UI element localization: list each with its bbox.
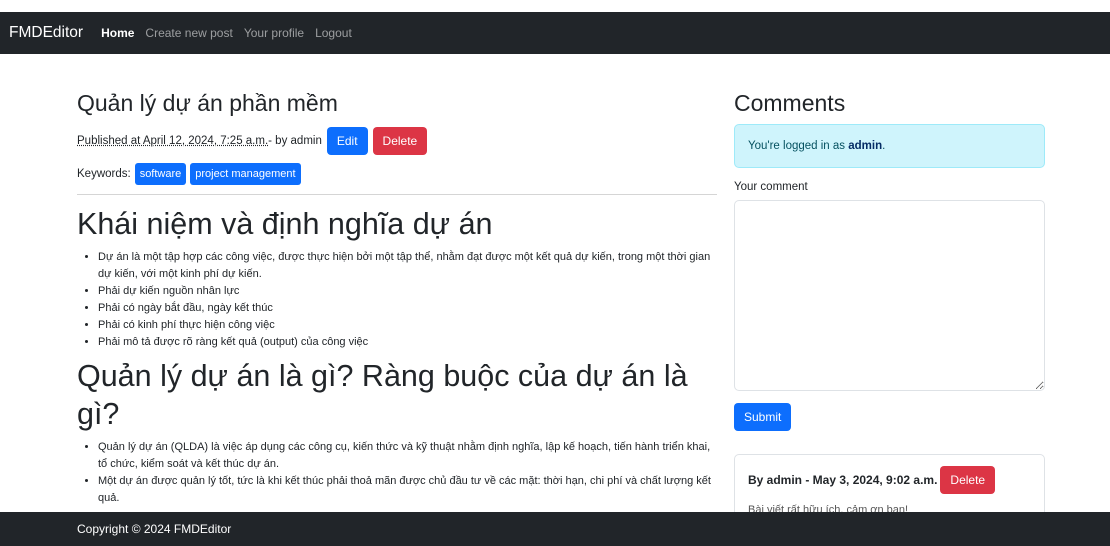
nav-profile[interactable]: Your profile — [244, 26, 304, 40]
delete-post-button[interactable]: Delete — [372, 126, 428, 155]
keywords-label: Keywords: — [77, 167, 131, 180]
edit-button[interactable]: Edit — [326, 126, 368, 155]
brand-logo[interactable]: FMDEditor — [9, 24, 83, 42]
section-heading: Khái niệm và định nghĩa dự án — [77, 206, 493, 241]
keywords: Keywords: software project management — [77, 162, 717, 185]
list-item: Một dự án được quản lý tốt, tức là khi k… — [98, 473, 717, 507]
nav-logout[interactable]: Logout — [315, 26, 352, 40]
delete-comment-button[interactable]: Delete — [940, 466, 996, 494]
section-heading: Quản lý dự án là gì? Ràng buộc của dự án… — [77, 358, 688, 431]
comments-title: Comments — [734, 90, 846, 116]
navbar: FMDEditor Home Create new post Your prof… — [0, 12, 1110, 54]
comment-header: By admin - May 3, 2024, 9:02 a.m. Delete — [748, 466, 1031, 494]
post-content: Quản lý dự án phần mềm Published at Apri… — [77, 90, 717, 512]
nav-home[interactable]: Home — [101, 26, 134, 40]
submit-button[interactable]: Submit — [734, 403, 792, 431]
section-list: Dự án là một tập hợp các công việc, được… — [98, 249, 717, 351]
list-item: Quản lý dự án (QLDA) là việc áp dụng các… — [98, 439, 717, 473]
comment-card: By admin - May 3, 2024, 9:02 a.m. Delete… — [734, 454, 1045, 512]
divider — [77, 193, 717, 195]
your-comment-label: Your comment — [734, 181, 808, 193]
copyright: Copyright © 2024 FMDEditor — [77, 522, 232, 536]
keyword-badge[interactable]: project management — [190, 162, 301, 185]
keyword-badge[interactable]: software — [134, 162, 187, 185]
login-alert: You're logged in as admin. — [734, 124, 1045, 168]
list-item: Phải mô tả được rõ ràng kết quả (output)… — [98, 334, 717, 351]
published-date: Published at April 12, 2024, 7:25 a.m. — [77, 134, 269, 147]
list-item: Phải dự kiến nguồn nhân lực — [98, 283, 717, 300]
footer: Copyright © 2024 FMDEditor — [0, 512, 1110, 546]
list-item: Phải có kinh phí thực hiện công việc — [98, 317, 717, 334]
author: - by admin — [268, 134, 322, 147]
post-meta: Published at April 12, 2024, 7:25 a.m. -… — [77, 126, 717, 156]
section-list: Quản lý dự án (QLDA) là việc áp dụng các… — [98, 439, 717, 507]
comments-panel: Comments You're logged in as admin. Your… — [734, 90, 1045, 512]
alert-prefix: You're logged in as — [748, 140, 846, 152]
comment-textarea[interactable] — [734, 200, 1045, 391]
nav-create-post[interactable]: Create new post — [145, 26, 232, 40]
comment-body: Bài viết rất hữu ích, cảm ơn bạn! — [748, 504, 909, 512]
comment-meta: By admin - May 3, 2024, 9:02 a.m. — [748, 473, 938, 487]
alert-user: admin — [848, 140, 883, 152]
list-item: Phải có ngày bắt đầu, ngày kết thúc — [98, 300, 717, 317]
alert-suffix: . — [882, 140, 886, 152]
post-title: Quản lý dự án phần mềm — [77, 90, 338, 116]
list-item: Dự án là một tập hợp các công việc, được… — [98, 249, 717, 283]
